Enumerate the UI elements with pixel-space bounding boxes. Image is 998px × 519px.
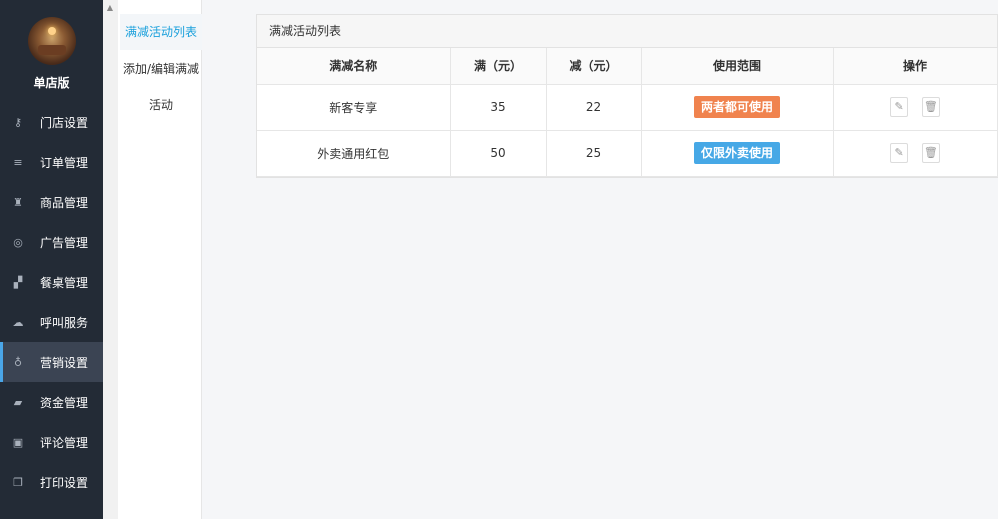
subnav-item-list[interactable]: 满减活动列表 <box>120 14 202 50</box>
cell-reduce: 25 <box>546 130 642 177</box>
sidebar-item-print[interactable]: ❐ 打印设置 <box>0 462 103 502</box>
copy-icon: ❐ <box>13 475 23 489</box>
scrollbar[interactable] <box>103 0 118 519</box>
cell-full: 35 <box>450 84 547 131</box>
pencil-icon: ✎ <box>894 146 904 159</box>
sidebar-item-finance[interactable]: ▰ 资金管理 <box>0 382 103 422</box>
sidebar-item-label: 营销设置 <box>40 355 89 370</box>
pencil-icon: ✎ <box>894 100 904 113</box>
sidebar-item-label: 订单管理 <box>40 155 89 170</box>
sidebar-item-label: 商品管理 <box>40 195 89 210</box>
table-row: 新客专享 35 22 两者都可使用 ✎ 🗑 <box>257 84 998 131</box>
column-header: 减（元） <box>546 48 642 85</box>
lifebuoy-icon: ◎ <box>13 235 23 249</box>
table-row: 外卖通用红包 50 25 仅限外卖使用 ✎ 🗑 <box>257 130 998 177</box>
sidebar-item-marketing[interactable]: ♁ 营销设置 <box>0 342 103 382</box>
subnav-item-add-edit-continued[interactable]: 活动 <box>120 96 202 113</box>
sidebar-item-store-settings[interactable]: ⚷ 门店设置 <box>0 102 103 142</box>
sidebar-item-label: 广告管理 <box>40 235 89 250</box>
edit-button[interactable]: ✎ <box>890 143 909 163</box>
cell-name: 新客专享 <box>257 84 451 131</box>
cell-scope: 两者都可使用 <box>641 84 834 131</box>
store-name: 单店版 <box>33 76 70 90</box>
scope-badge: 两者都可使用 <box>693 96 780 118</box>
binoculars-icon: ▞ <box>13 275 23 289</box>
store-avatar[interactable] <box>28 17 76 65</box>
gift-icon: ♁ <box>13 355 23 369</box>
sidebar-nav: ⚷ 门店设置 ≡ 订单管理 ♜ 商品管理 ◎ 广告管理 ▞ 餐桌管理 ☁ 呼叫服… <box>0 102 103 502</box>
trash-icon: 🗑 <box>923 146 938 159</box>
cell-scope: 仅限外卖使用 <box>641 130 834 177</box>
discount-table: 满减名称 满（元） 减（元） 使用范围 操作 新客专享 35 22 两者都可使用… <box>257 48 998 177</box>
discount-list-panel: 满减活动列表 满减名称 满（元） 减（元） 使用范围 操作 新客专享 35 22… <box>256 14 998 178</box>
sidebar-item-label: 资金管理 <box>40 395 89 410</box>
trash-icon: 🗑 <box>923 100 938 113</box>
column-header: 满（元） <box>450 48 547 85</box>
delete-button[interactable]: 🗑 <box>921 97 940 117</box>
cloud-icon: ☁ <box>12 315 24 329</box>
edit-button[interactable]: ✎ <box>890 97 909 117</box>
sidebar-item-label: 门店设置 <box>40 115 89 130</box>
cell-actions: ✎ 🗑 <box>833 130 998 177</box>
key-icon: ⚷ <box>13 115 23 129</box>
sidebar-item-call-service[interactable]: ☁ 呼叫服务 <box>0 302 103 342</box>
book-icon: ▰ <box>13 395 23 409</box>
cell-actions: ✎ 🗑 <box>833 84 998 131</box>
cell-full: 50 <box>450 130 547 177</box>
delete-button[interactable]: 🗑 <box>921 143 940 163</box>
cell-name: 外卖通用红包 <box>257 130 451 177</box>
sidebar-item-label: 打印设置 <box>40 475 89 490</box>
cell-reduce: 22 <box>546 84 642 131</box>
sidebar-item-label: 评论管理 <box>40 435 89 450</box>
scroll-up-icon[interactable]: ▲ <box>105 3 115 13</box>
list-icon: ≡ <box>13 155 23 169</box>
trophy-icon: ♜ <box>13 195 23 209</box>
subnav-item-add-edit[interactable]: 添加/编辑满减 <box>120 60 202 77</box>
main-sidebar: 单店版 ⚷ 门店设置 ≡ 订单管理 ♜ 商品管理 ◎ 广告管理 ▞ 餐桌管理 ☁… <box>0 0 103 519</box>
table-header-row: 满减名称 满（元） 减（元） 使用范围 操作 <box>257 48 998 85</box>
scope-badge: 仅限外卖使用 <box>693 142 780 164</box>
sidebar-item-reviews[interactable]: ▣ 评论管理 <box>0 422 103 462</box>
sidebar-item-products[interactable]: ♜ 商品管理 <box>0 182 103 222</box>
panel-title: 满减活动列表 <box>257 15 997 48</box>
column-header: 使用范围 <box>641 48 834 85</box>
sidebar-item-label: 餐桌管理 <box>40 275 89 290</box>
sidebar-item-ads[interactable]: ◎ 广告管理 <box>0 222 103 262</box>
sidebar-item-tables[interactable]: ▞ 餐桌管理 <box>0 262 103 302</box>
sidebar-item-orders[interactable]: ≡ 订单管理 <box>0 142 103 182</box>
column-header: 操作 <box>833 48 998 85</box>
sidebar-item-label: 呼叫服务 <box>40 315 89 330</box>
money-icon: ▣ <box>12 435 24 449</box>
column-header: 满减名称 <box>257 48 451 85</box>
sub-sidebar: ▲ 满减活动列表 添加/编辑满减 活动 <box>103 0 202 519</box>
